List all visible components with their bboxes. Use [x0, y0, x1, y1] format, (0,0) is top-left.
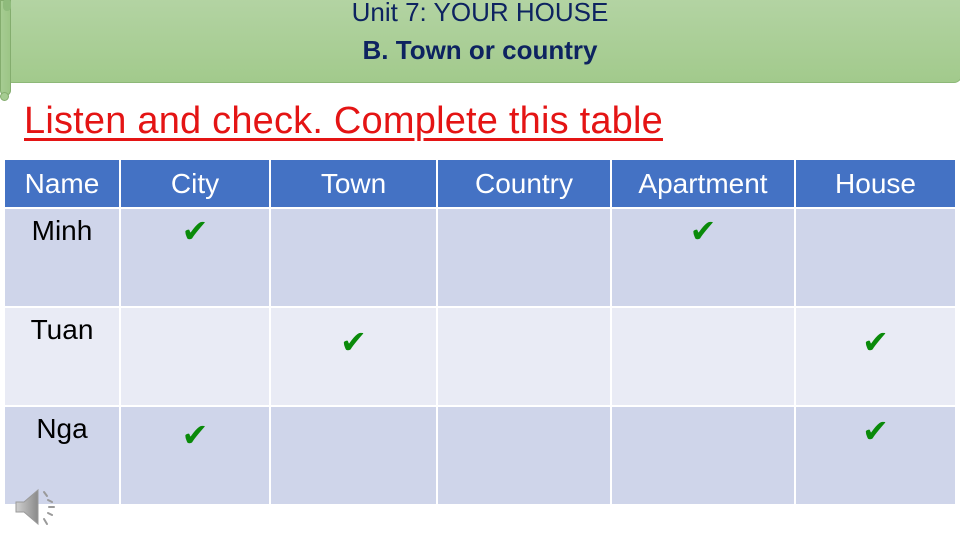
- country-cell[interactable]: [438, 308, 610, 405]
- city-cell[interactable]: ✔: [121, 407, 269, 504]
- check-icon: ✔: [340, 324, 367, 360]
- name-cell: Minh: [5, 209, 119, 306]
- scroll-curl-bottom: [0, 92, 9, 101]
- student-name: Minh: [31, 215, 93, 246]
- town-cell[interactable]: [271, 209, 436, 306]
- house-cell[interactable]: ✔: [796, 407, 955, 504]
- town-cell[interactable]: [271, 407, 436, 504]
- student-name: Tuan: [30, 314, 94, 345]
- column-header-house: House: [796, 160, 955, 207]
- column-header-country: Country: [438, 160, 610, 207]
- check-icon: ✔: [181, 213, 209, 249]
- check-icon: ✔: [862, 324, 889, 360]
- check-icon: [438, 407, 610, 411]
- check-icon: [612, 308, 794, 312]
- check-icon: [271, 209, 436, 213]
- section-title: B. Town or country: [362, 35, 598, 65]
- check-icon: ✔: [862, 413, 889, 449]
- table-row: Minh ✔ ✔: [5, 209, 955, 306]
- town-cell[interactable]: ✔: [271, 308, 436, 405]
- column-header-apartment: Apartment: [612, 160, 794, 207]
- house-cell[interactable]: [796, 209, 955, 306]
- column-header-name: Name: [5, 160, 119, 207]
- column-header-town: Town: [271, 160, 436, 207]
- student-name: Nga: [36, 413, 88, 444]
- table-row: Tuan ✔ ✔: [5, 308, 955, 405]
- apartment-cell[interactable]: [612, 407, 794, 504]
- name-cell: Tuan: [5, 308, 119, 405]
- check-icon: ✔: [181, 417, 209, 453]
- speaker-icon[interactable]: [14, 486, 62, 530]
- check-icon: [271, 407, 436, 411]
- country-cell[interactable]: [438, 407, 610, 504]
- answer-table: Name City Town Country Apartment House M…: [3, 158, 957, 506]
- country-cell[interactable]: [438, 209, 610, 306]
- check-icon: ✔: [689, 213, 717, 249]
- table-row: Nga ✔ ✔: [5, 407, 955, 504]
- column-header-city: City: [121, 160, 269, 207]
- check-icon: [438, 308, 610, 312]
- check-icon: [438, 209, 610, 213]
- apartment-cell[interactable]: [612, 308, 794, 405]
- check-icon: [612, 407, 794, 411]
- house-cell[interactable]: ✔: [796, 308, 955, 405]
- check-icon: [796, 209, 955, 213]
- instruction-heading: Listen and check. Complete this table: [24, 100, 663, 142]
- unit-title-text: Unit 7: YOUR HOUSE: [351, 0, 609, 27]
- city-cell[interactable]: ✔: [121, 209, 269, 306]
- apartment-cell[interactable]: ✔: [612, 209, 794, 306]
- table-header-row: Name City Town Country Apartment House: [5, 160, 955, 207]
- city-cell[interactable]: [121, 308, 269, 405]
- check-icon: [121, 308, 269, 312]
- unit-title: Unit 7: YOUR HOUSE: [0, 0, 960, 28]
